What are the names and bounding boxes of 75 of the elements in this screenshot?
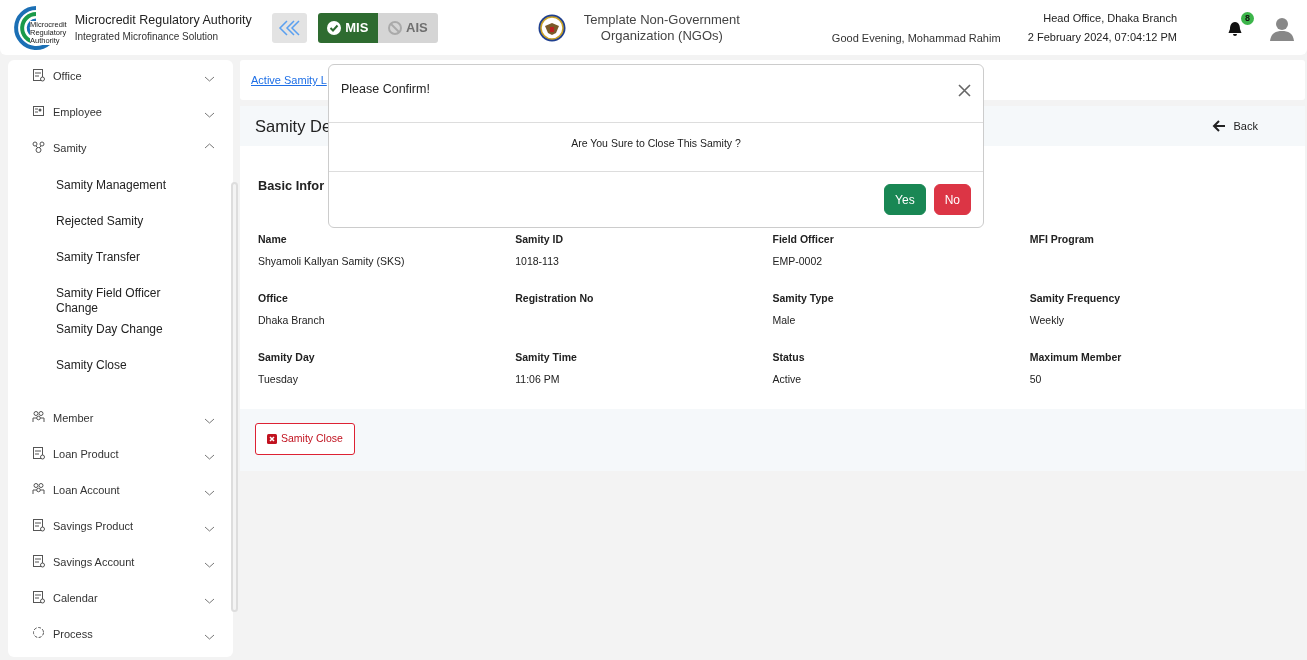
field-value: 11:06 PM [515,371,561,387]
section-title: Basic Infor [258,177,325,195]
dialog-title: Please Confirm! [341,81,430,98]
field-label: Maximum Member [1029,350,1123,366]
branch-name: Head Office, Dhaka Branch [1042,10,1177,26]
yes-button[interactable]: Yes [884,184,926,215]
sidebar-item[interactable]: Employee [8,100,233,136]
back-button[interactable]: Back [1205,116,1264,136]
sidebar-item[interactable]: Process [8,622,233,658]
group-icon [32,410,45,424]
document-icon [32,518,45,532]
close-button[interactable] [958,84,971,97]
submenu-item[interactable]: Samity Management [8,178,233,214]
network-icon [32,140,45,154]
close-icon [958,84,971,97]
organization-name: Template Non-Government Organization (NGOs) [582,11,741,44]
submenu-item[interactable]: Samity Transfer [8,250,233,286]
sidebar-item[interactable]: Office [8,64,233,100]
dashed-circle-icon [32,626,45,640]
submenu-item[interactable]: Samity Day Change [8,322,233,358]
field-value: Weekly [1029,312,1065,328]
document-icon [32,446,45,460]
dialog-message: Are You Sure to Close This Samity ? [571,137,741,149]
field-value: 50 [1029,371,1043,387]
sidebar-item[interactable]: Samity [8,136,233,172]
submenu-item[interactable]: Rejected Samity [8,214,233,250]
field-value: EMP-0002 [772,253,824,269]
field-label: MFI Program [1029,232,1095,248]
field-label: Samity Type [772,291,835,307]
field-label: Status [772,350,806,366]
field-label: Field Officer [772,232,835,248]
document-icon [32,68,45,82]
field-label: Office [258,291,289,307]
document-icon [32,554,45,568]
document-icon [32,590,45,604]
check-circle-icon [327,20,342,35]
greeting-text: Good Evening, Mohammad Rahim [831,31,1001,47]
notification-count: 8 [1241,11,1254,25]
app-title: Microcredit Regulatory Authority [74,11,252,29]
sidebar-item[interactable]: Savings Product [8,514,233,550]
field-label: Registration No [515,291,595,307]
close-square-icon [267,434,277,445]
field-label: Samity Time [515,350,578,366]
sidebar-item[interactable]: Loan Account [8,478,233,514]
field-label: Samity Day [258,350,316,366]
arrow-left-icon [1211,119,1226,133]
sidebar-item[interactable]: Savings Account [8,550,233,586]
sidebar-item[interactable]: Calendar [8,586,233,622]
no-button[interactable]: No [933,184,971,215]
field-value: Dhaka Branch [258,312,326,328]
field-value: Shyamoli Kallyan Samity (SKS) [258,253,406,269]
module-toggle[interactable]: MIS [317,12,378,43]
id-card-icon [32,104,45,118]
app-subtitle: Integrated Microfinance Solution [74,30,220,45]
double-chevron-left-icon [277,18,302,37]
scrollbar[interactable] [231,182,238,612]
samity-close-button[interactable]: Samity Close [255,423,355,455]
field-label: Name [258,232,288,248]
seal-icon [537,13,566,42]
bell-icon[interactable] [1227,19,1243,36]
field-value: Male [772,312,797,328]
datetime-text: 2 February 2024, 07:04:12 PM [1027,29,1177,45]
sidebar-item[interactable]: Member [8,406,233,442]
breadcrumb-link[interactable]: Active Samity L [251,74,327,86]
group-icon [32,482,45,496]
ban-icon [388,20,402,35]
field-label: Samity ID [515,232,565,248]
field-value: Active [772,371,803,387]
submenu-item[interactable]: Samity Field Officer Change [8,286,233,322]
field-value: Tuesday [258,371,299,387]
field-value: 1018-113 [515,253,560,269]
field-label: Samity Frequency [1029,291,1122,307]
sidebar-item[interactable]: Loan Product [8,442,233,478]
collapse-button[interactable] [271,12,307,43]
submenu-item[interactable]: Samity Close [8,358,233,394]
